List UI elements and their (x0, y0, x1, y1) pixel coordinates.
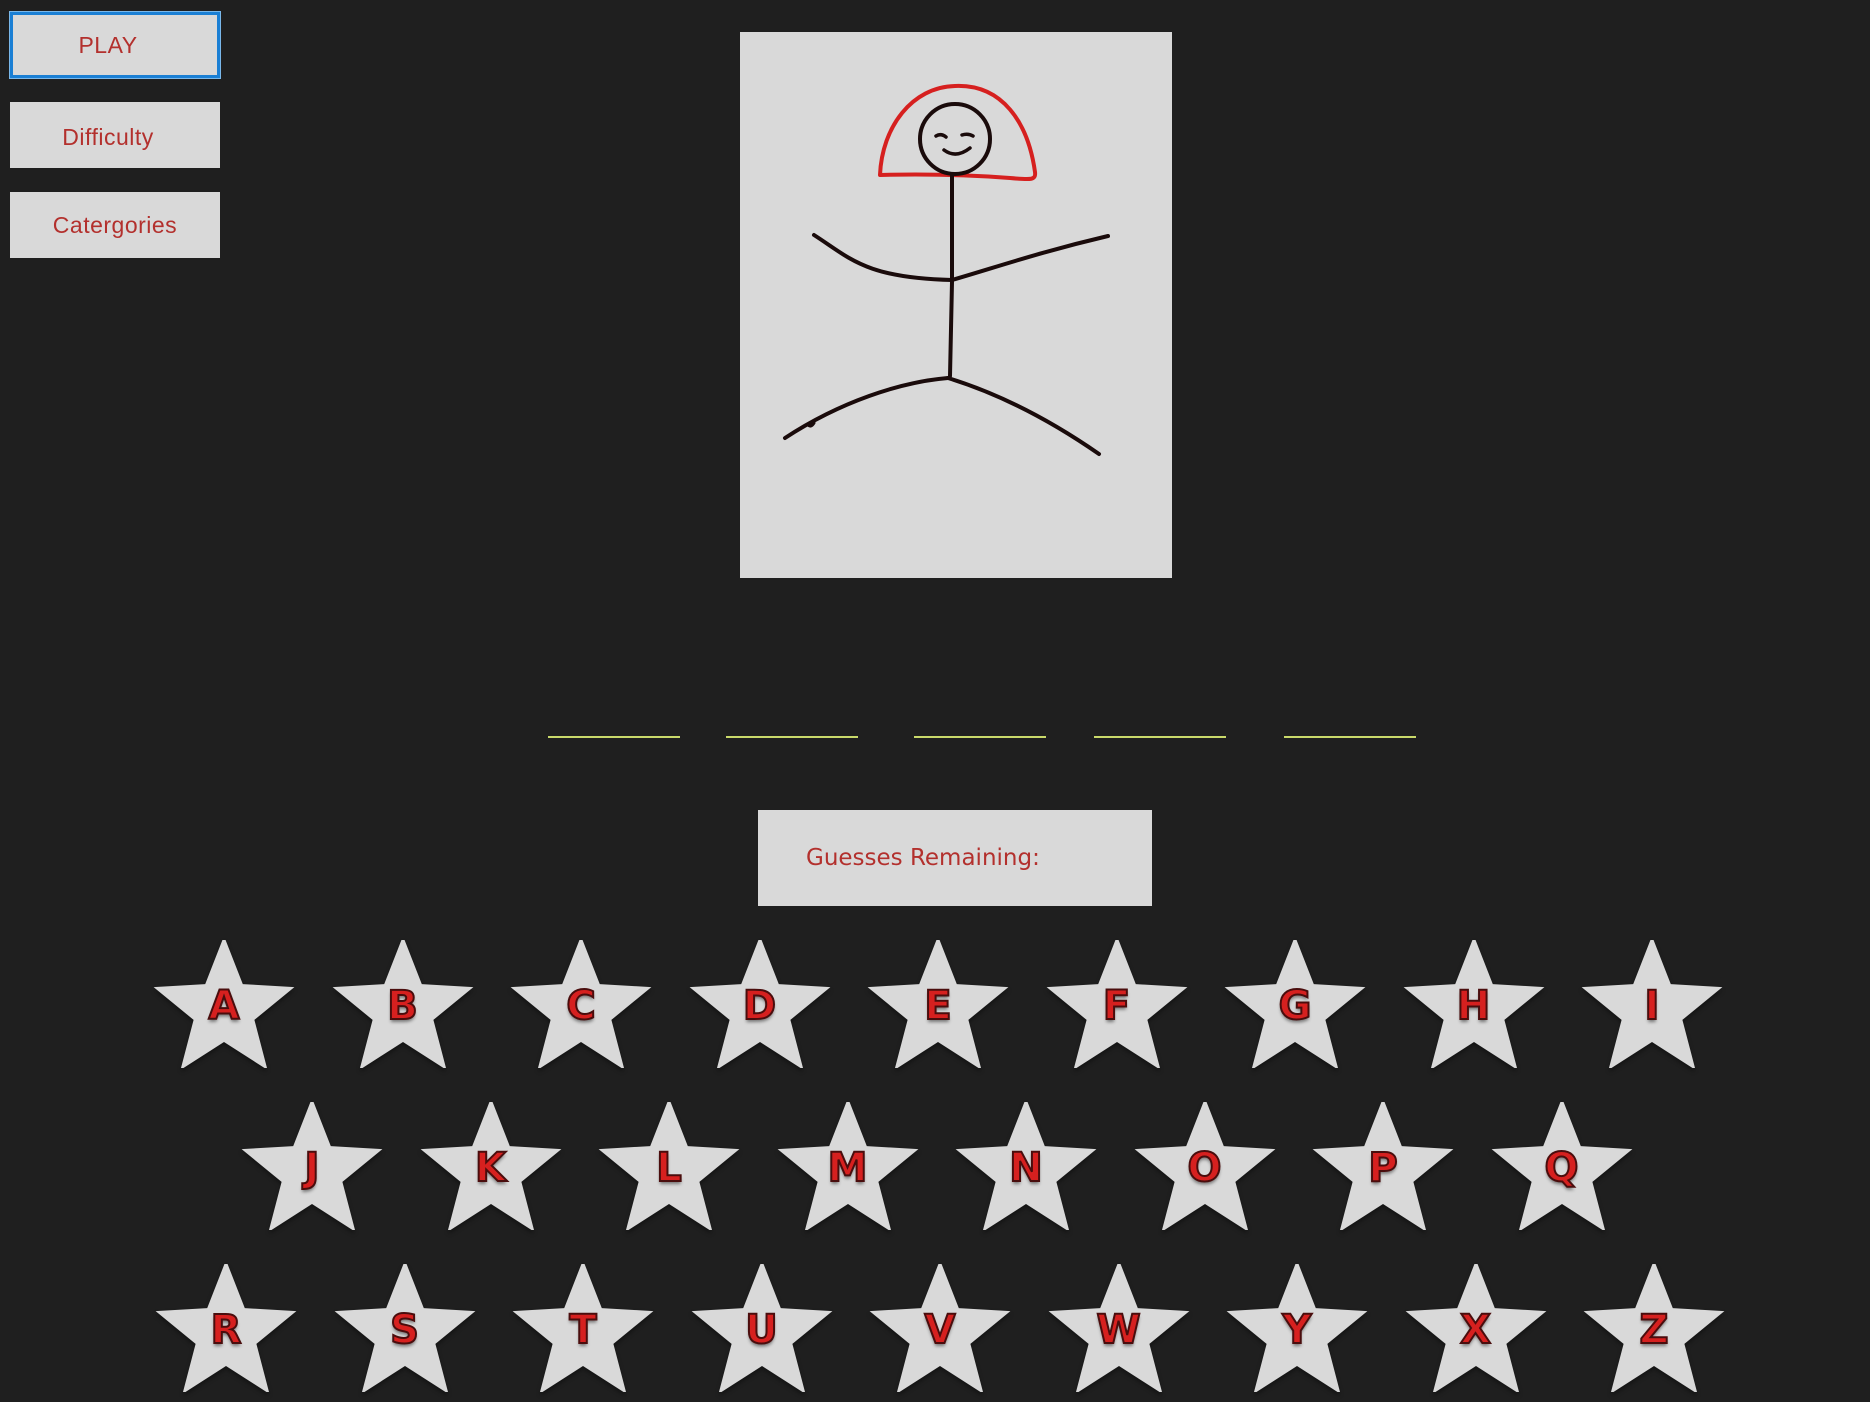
letter-key-label: U (744, 1307, 778, 1353)
letter-key-x[interactable]: X (1400, 1264, 1552, 1392)
letter-key-label: M (827, 1145, 869, 1191)
right-leg (946, 376, 1101, 456)
letter-key-label: I (1644, 983, 1661, 1029)
play-button[interactable]: PLAY (9, 11, 221, 79)
hat-shape (878, 83, 1038, 182)
letter-key-label: C (565, 983, 596, 1029)
letter-key-q[interactable]: Q (1486, 1102, 1638, 1230)
letter-key-y[interactable]: Y (1221, 1264, 1373, 1392)
letter-key-label: W (1095, 1307, 1141, 1353)
letter-key-r[interactable]: R (150, 1264, 302, 1392)
letter-key-h[interactable]: H (1398, 940, 1550, 1068)
letter-key-label: N (1008, 1145, 1043, 1191)
difficulty-button-label: Difficulty (62, 124, 154, 150)
letter-key-m[interactable]: M (772, 1102, 924, 1230)
letter-blank (1094, 736, 1226, 738)
categories-button-label: Catergories (52, 211, 178, 238)
letter-blank (1284, 736, 1416, 738)
letter-key-w[interactable]: W (1043, 1264, 1195, 1392)
letter-key-n[interactable]: N (950, 1102, 1102, 1230)
letter-key-label: R (210, 1307, 243, 1353)
game-screen: PLAY Difficulty Catergories Guesses Rema… (0, 0, 1870, 1402)
guesses-remaining-box: Guesses Remaining: (758, 810, 1152, 906)
letter-key-label: Q (1543, 1145, 1579, 1191)
letter-key-t[interactable]: T (507, 1264, 659, 1392)
letter-key-label: K (474, 1145, 507, 1191)
right-arm (950, 234, 1110, 282)
left-arm (812, 233, 954, 282)
hangman-figure-icon (783, 83, 1110, 456)
letter-key-label: X (1459, 1307, 1492, 1353)
letter-key-e[interactable]: E (862, 940, 1014, 1068)
letter-key-j[interactable]: J (236, 1102, 388, 1230)
categories-button[interactable]: Catergories (10, 192, 220, 258)
letter-key-s[interactable]: S (329, 1264, 481, 1392)
letter-key-a[interactable]: A (148, 940, 300, 1068)
head-shape (918, 102, 992, 176)
play-button-label: PLAY (78, 31, 138, 58)
letter-key-label: A (208, 983, 241, 1029)
letter-key-label: Z (1638, 1307, 1669, 1353)
letter-key-label: E (923, 983, 952, 1029)
letter-key-label: J (304, 1145, 321, 1191)
letter-key-label: H (1456, 983, 1491, 1029)
letter-key-b[interactable]: B (327, 940, 479, 1068)
letter-key-label: F (1102, 983, 1131, 1029)
letter-blank (548, 736, 680, 738)
letter-key-label: P (1367, 1145, 1398, 1191)
letter-key-label: O (1186, 1145, 1222, 1191)
left-leg (783, 376, 950, 440)
letter-blank (914, 736, 1046, 738)
letter-key-label: Y (1282, 1307, 1313, 1353)
guesses-remaining-label: Guesses Remaining: (806, 845, 1040, 871)
letter-blank (726, 736, 858, 738)
letter-key-g[interactable]: G (1219, 940, 1371, 1068)
letter-key-label: G (1278, 983, 1313, 1029)
difficulty-button[interactable]: Difficulty (10, 102, 220, 168)
letter-key-d[interactable]: D (684, 940, 836, 1068)
body-line (948, 173, 954, 378)
letter-key-label: D (742, 983, 777, 1029)
letter-key-v[interactable]: V (864, 1264, 1016, 1392)
letter-key-label: L (655, 1145, 683, 1191)
letter-key-k[interactable]: K (415, 1102, 567, 1230)
letter-key-u[interactable]: U (686, 1264, 838, 1392)
letter-key-label: V (924, 1307, 957, 1353)
letter-key-p[interactable]: P (1307, 1102, 1459, 1230)
hangman-drawing-panel (740, 32, 1172, 578)
letter-key-f[interactable]: F (1041, 940, 1193, 1068)
letter-key-label: T (568, 1307, 597, 1353)
letter-key-o[interactable]: O (1129, 1102, 1281, 1230)
letter-key-z[interactable]: Z (1578, 1264, 1730, 1392)
letter-key-l[interactable]: L (593, 1102, 745, 1230)
letter-key-label: S (389, 1307, 420, 1353)
letter-key-label: B (386, 983, 419, 1029)
letter-key-i[interactable]: I (1576, 940, 1728, 1068)
letter-key-c[interactable]: C (505, 940, 657, 1068)
